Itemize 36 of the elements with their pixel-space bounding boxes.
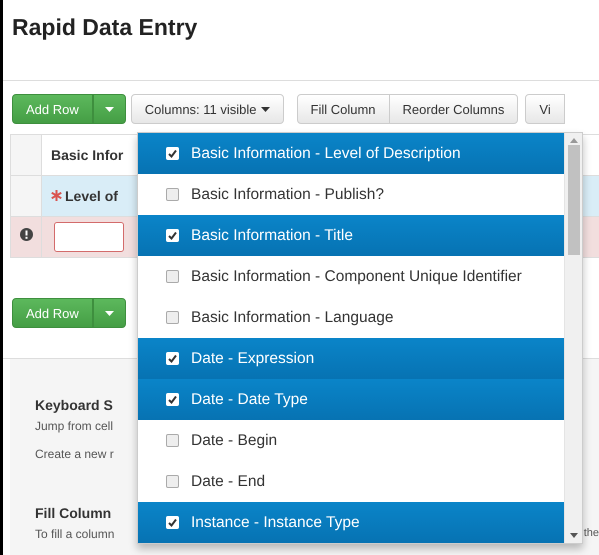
checkbox[interactable]: [166, 434, 179, 447]
dropdown-toggle-button[interactable]: [92, 298, 126, 328]
column-menu-item[interactable]: Basic Information - Component Unique Identifier: [138, 256, 564, 297]
caret-icon: [260, 106, 270, 112]
column-menu-item[interactable]: Instance - Instance Type: [138, 502, 564, 543]
scroll-up-icon[interactable]: [570, 138, 578, 143]
column-menu-item[interactable]: Basic Information - Level of Description: [138, 133, 564, 174]
column-menu-item[interactable]: Basic Information - Title: [138, 215, 564, 256]
input-field[interactable]: [54, 222, 124, 252]
toolbar-button[interactable]: Vi: [525, 94, 565, 124]
scrollbar-thumb[interactable]: [568, 145, 580, 255]
toolbar-button[interactable]: Reorder Columns: [388, 94, 518, 124]
checkbox[interactable]: [166, 270, 179, 283]
help-text: Jump from cell: [35, 419, 114, 433]
toolbar-button[interactable]: Fill Column: [296, 94, 390, 124]
column-menu-item[interactable]: Date - End: [138, 461, 564, 502]
checkbox[interactable]: [166, 188, 179, 201]
page-title: Rapid Data Entry: [11, 13, 198, 42]
checkbox[interactable]: [166, 311, 179, 324]
caret-icon: [104, 310, 114, 316]
column-menu-item[interactable]: Date - Expression: [138, 338, 564, 379]
caret-icon: [104, 106, 114, 112]
column-menu-item[interactable]: Basic Information - Publish?: [138, 174, 564, 215]
section-heading: Fill Column: [35, 505, 112, 521]
columns-dropdown-button[interactable]: Columns: 11 visible: [130, 94, 284, 124]
scroll-down-icon[interactable]: [570, 533, 578, 538]
scrollbar[interactable]: [564, 133, 582, 543]
column-menu-item[interactable]: Date - Begin: [138, 420, 564, 461]
help-text: To fill a column: [35, 527, 114, 541]
checkbox[interactable]: [166, 475, 179, 488]
column-menu-item[interactable]: Basic Information - Language: [138, 297, 564, 338]
help-text: the: [584, 527, 599, 541]
help-text: Create a new r: [35, 447, 114, 461]
column-menu-item[interactable]: Date - Date Type: [138, 379, 564, 420]
dropdown-toggle-button[interactable]: [92, 94, 126, 124]
section-heading: Keyboard S: [35, 397, 113, 413]
